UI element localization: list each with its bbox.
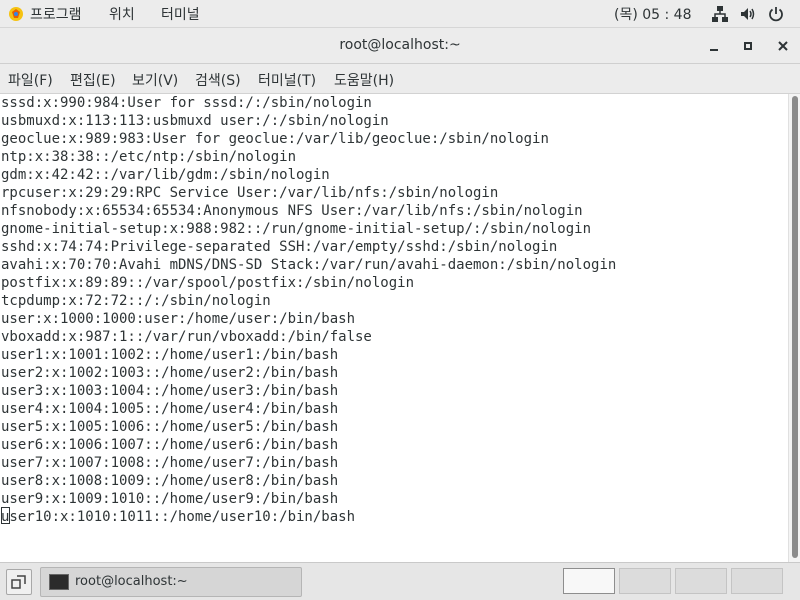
window-title-bar[interactable]: root@localhost:~ bbox=[0, 28, 800, 64]
terminal-app-menu[interactable]: 터미널 bbox=[161, 4, 200, 24]
workspace-3[interactable] bbox=[675, 568, 727, 594]
scrollbar-thumb[interactable] bbox=[792, 96, 798, 558]
top-bar: 프로그램 위치 터미널 (목) 05 : 48 bbox=[0, 0, 800, 28]
terminal-line: geoclue:x:989:983:User for geoclue:/var/… bbox=[1, 131, 549, 147]
menu-bar: 파일(F) 편집(E) 보기(V) 검색(S) 터미널(T) 도움말(H) bbox=[0, 64, 800, 94]
show-desktop-icon bbox=[11, 575, 26, 589]
terminal-line: user10:x:1010:1011::/home/user10:/bin/ba… bbox=[1, 509, 356, 525]
taskbar-window-label: root@localhost:~ bbox=[75, 574, 188, 589]
terminal-line: sssd:x:990:984:User for sssd:/:/sbin/nol… bbox=[1, 95, 372, 111]
menu-view[interactable]: 보기(V) bbox=[132, 70, 178, 90]
text-cursor bbox=[1, 507, 10, 524]
volume-icon[interactable] bbox=[739, 5, 757, 23]
terminal-line: user6:x:1006:1007::/home/user6:/bin/bash bbox=[1, 437, 339, 453]
terminal-output[interactable]: sssd:x:990:984:User for sssd:/:/sbin/nol… bbox=[0, 94, 788, 562]
places-menu[interactable]: 위치 bbox=[109, 4, 135, 24]
terminal-line: user:x:1000:1000:user:/home/user:/bin/ba… bbox=[1, 311, 356, 327]
terminal-line: postfix:x:89:89::/var/spool/postfix:/sbi… bbox=[1, 275, 415, 291]
terminal-line: user7:x:1007:1008::/home/user7:/bin/bash bbox=[1, 455, 339, 471]
clock[interactable]: (목) 05 : 48 bbox=[614, 4, 692, 24]
terminal-icon bbox=[49, 574, 69, 590]
terminal-line: avahi:x:70:70:Avahi mDNS/DNS-SD Stack:/v… bbox=[1, 257, 617, 273]
applications-menu[interactable]: 프로그램 bbox=[30, 4, 82, 24]
taskbar-window-terminal[interactable]: root@localhost:~ bbox=[40, 567, 302, 597]
terminal-line: user9:x:1009:1010::/home/user9:/bin/bash bbox=[1, 491, 339, 507]
terminal-line: vboxadd:x:987:1::/var/run/vboxadd:/bin/f… bbox=[1, 329, 372, 345]
terminal-line: user3:x:1003:1004::/home/user3:/bin/bash bbox=[1, 383, 339, 399]
terminal-line: usbmuxd:x:113:113:usbmuxd user:/:/sbin/n… bbox=[1, 113, 389, 129]
terminal-line: gnome-initial-setup:x:988:982::/run/gnom… bbox=[1, 221, 592, 237]
taskbar: root@localhost:~ bbox=[0, 562, 800, 600]
applications-icon[interactable] bbox=[8, 6, 24, 22]
menu-edit[interactable]: 편집(E) bbox=[70, 70, 116, 90]
menu-terminal[interactable]: 터미널(T) bbox=[258, 70, 316, 90]
show-desktop-button[interactable] bbox=[6, 569, 32, 595]
minimize-icon[interactable] bbox=[704, 36, 724, 56]
terminal-line: user2:x:1002:1003::/home/user2:/bin/bash bbox=[1, 365, 339, 381]
menu-help[interactable]: 도움말(H) bbox=[334, 70, 394, 90]
workspace-2[interactable] bbox=[619, 568, 671, 594]
terminal-line: gdm:x:42:42::/var/lib/gdm:/sbin/nologin bbox=[1, 167, 330, 183]
menu-search[interactable]: 검색(S) bbox=[195, 70, 241, 90]
terminal-line: user4:x:1004:1005::/home/user4:/bin/bash bbox=[1, 401, 339, 417]
workspace-4[interactable] bbox=[731, 568, 783, 594]
network-icon[interactable] bbox=[711, 5, 729, 23]
terminal-line: user8:x:1008:1009::/home/user8:/bin/bash bbox=[1, 473, 339, 489]
terminal-line: nfsnobody:x:65534:65534:Anonymous NFS Us… bbox=[1, 203, 583, 219]
terminal-line: user5:x:1005:1006::/home/user5:/bin/bash bbox=[1, 419, 339, 435]
menu-file[interactable]: 파일(F) bbox=[8, 70, 53, 90]
window-title: root@localhost:~ bbox=[339, 37, 461, 53]
terminal-line: rpcuser:x:29:29:RPC Service User:/var/li… bbox=[1, 185, 499, 201]
maximize-icon[interactable] bbox=[738, 36, 758, 56]
terminal-line: ntp:x:38:38::/etc/ntp:/sbin/nologin bbox=[1, 149, 297, 165]
terminal-scrollbar[interactable] bbox=[788, 94, 800, 562]
terminal-line: tcpdump:x:72:72::/:/sbin/nologin bbox=[1, 293, 271, 309]
workspace-1[interactable] bbox=[563, 568, 615, 594]
power-icon[interactable] bbox=[767, 5, 785, 23]
terminal-line: user1:x:1001:1002::/home/user1:/bin/bash bbox=[1, 347, 339, 363]
close-icon[interactable] bbox=[773, 36, 793, 56]
terminal-line: sshd:x:74:74:Privilege-separated SSH:/va… bbox=[1, 239, 558, 255]
